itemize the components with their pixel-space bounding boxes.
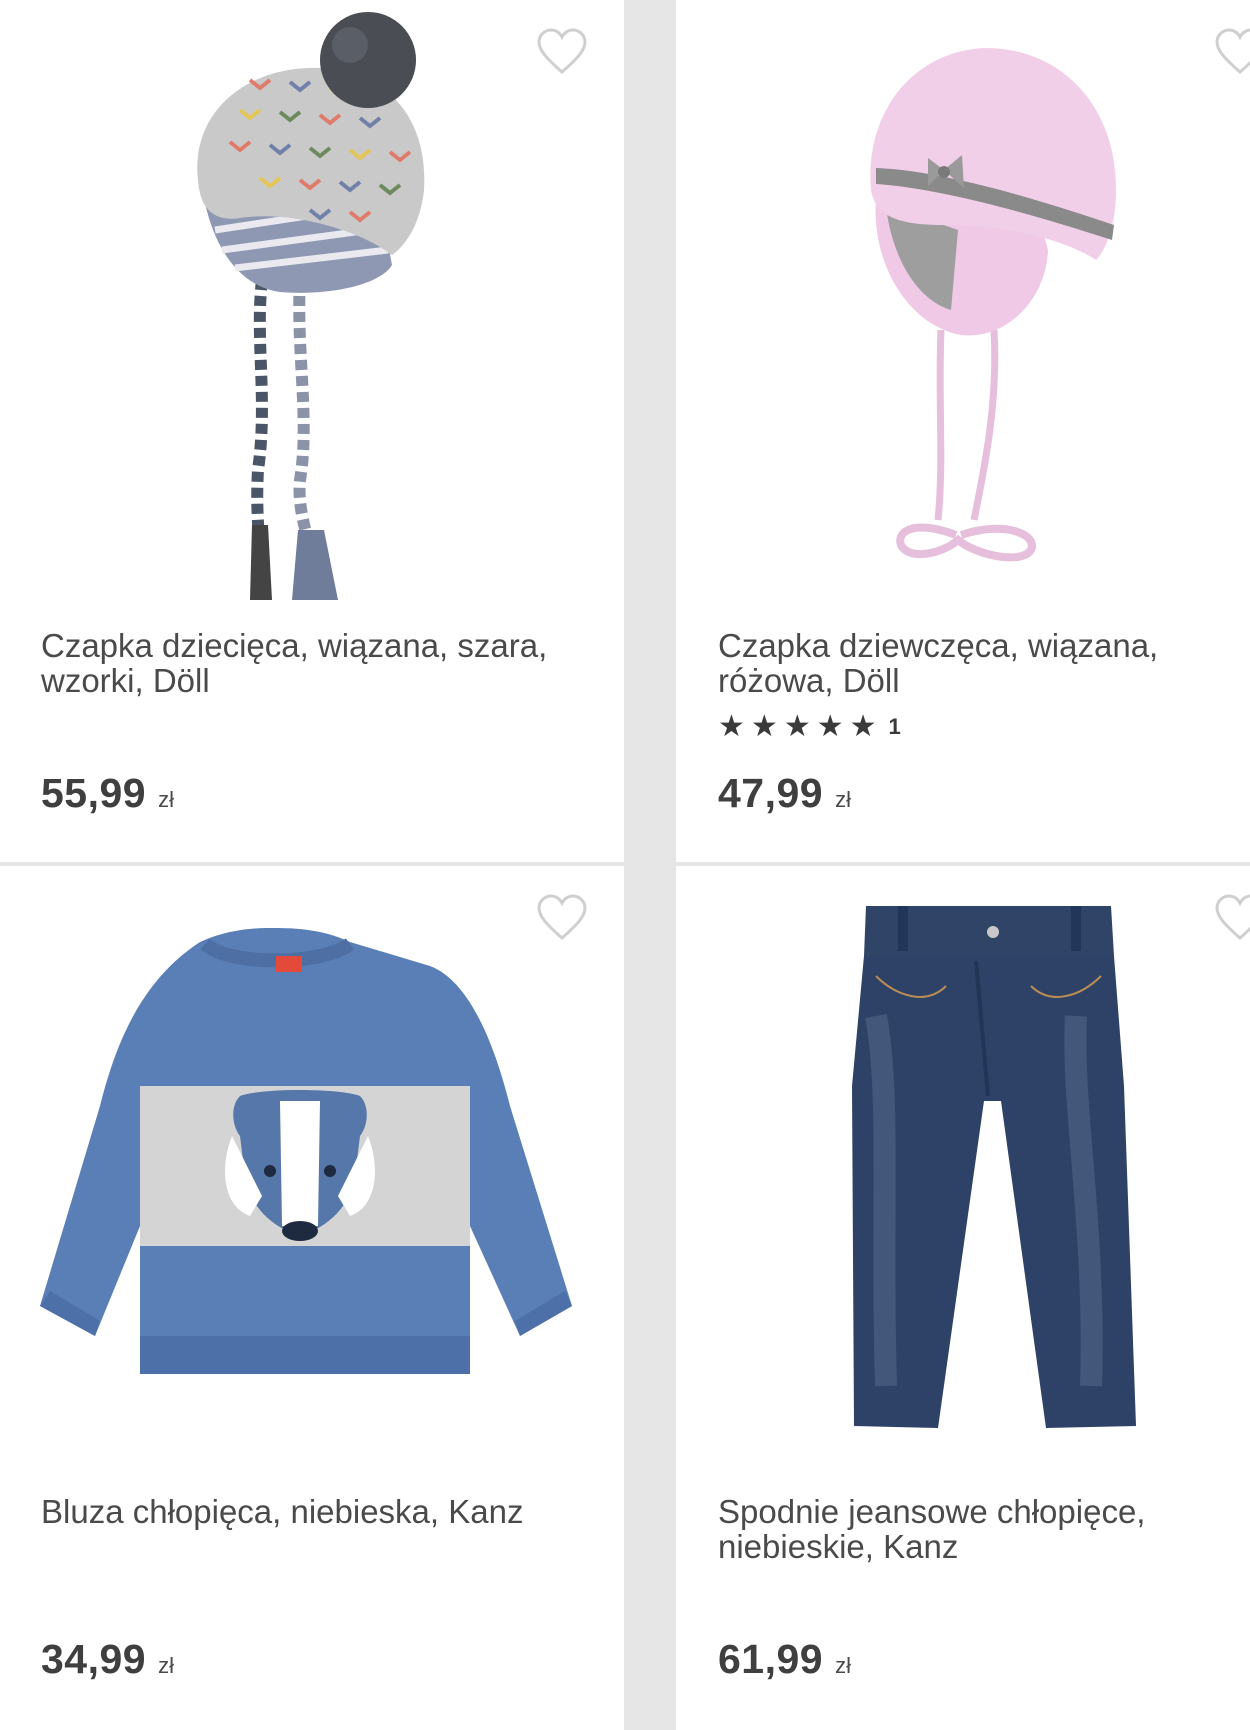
rating-count: 1 <box>888 714 901 739</box>
product-price: 47,99 zł <box>718 770 851 817</box>
product-image[interactable] <box>0 866 624 1486</box>
price-amount: 55,99 <box>41 770 147 816</box>
product-image[interactable] <box>676 866 1250 1486</box>
star-icon: ★ <box>718 710 745 743</box>
heart-icon[interactable] <box>536 894 588 942</box>
star-icon: ★ <box>783 710 811 743</box>
star-icon: ★ <box>750 710 778 743</box>
price-currency: zł <box>835 787 851 812</box>
product-title[interactable]: Bluza chłopięca, niebieska, Kanz <box>41 1494 581 1529</box>
heart-icon[interactable] <box>1214 894 1250 942</box>
heart-icon[interactable] <box>536 28 588 76</box>
price-currency: zł <box>835 1653 851 1678</box>
product-image[interactable] <box>0 0 624 620</box>
product-image[interactable] <box>676 0 1250 620</box>
product-title[interactable]: Czapka dziecięca, wiązana, szara, wzorki… <box>41 628 581 698</box>
heart-icon[interactable] <box>1214 28 1250 76</box>
price-currency: zł <box>158 787 174 812</box>
price-currency: zł <box>158 1653 174 1678</box>
price-amount: 61,99 <box>718 1636 824 1682</box>
product-price: 55,99 zł <box>41 770 174 817</box>
star-icon: ★ <box>849 710 877 743</box>
price-amount: 47,99 <box>718 770 824 816</box>
product-card[interactable]: Czapka dziecięca, wiązana, szara, wzorki… <box>0 0 624 862</box>
product-title[interactable]: Spodnie jeansowe chłopięce, niebieskie, … <box>718 1494 1250 1564</box>
price-amount: 34,99 <box>41 1636 147 1682</box>
product-card[interactable]: Spodnie jeansowe chłopięce, niebieskie, … <box>676 866 1250 1730</box>
product-price: 34,99 zł <box>41 1636 174 1683</box>
rating: ★ ★ ★ ★ ★ 1 <box>718 712 901 742</box>
star-icon: ★ <box>816 710 844 743</box>
product-card[interactable]: Czapka dziewczęca, wiązana, różowa, Döll… <box>676 0 1250 862</box>
product-card[interactable]: Bluza chłopięca, niebieska, Kanz 34,99 z… <box>0 866 624 1730</box>
product-title[interactable]: Czapka dziewczęca, wiązana, różowa, Döll <box>718 628 1250 698</box>
product-price: 61,99 zł <box>718 1636 851 1683</box>
